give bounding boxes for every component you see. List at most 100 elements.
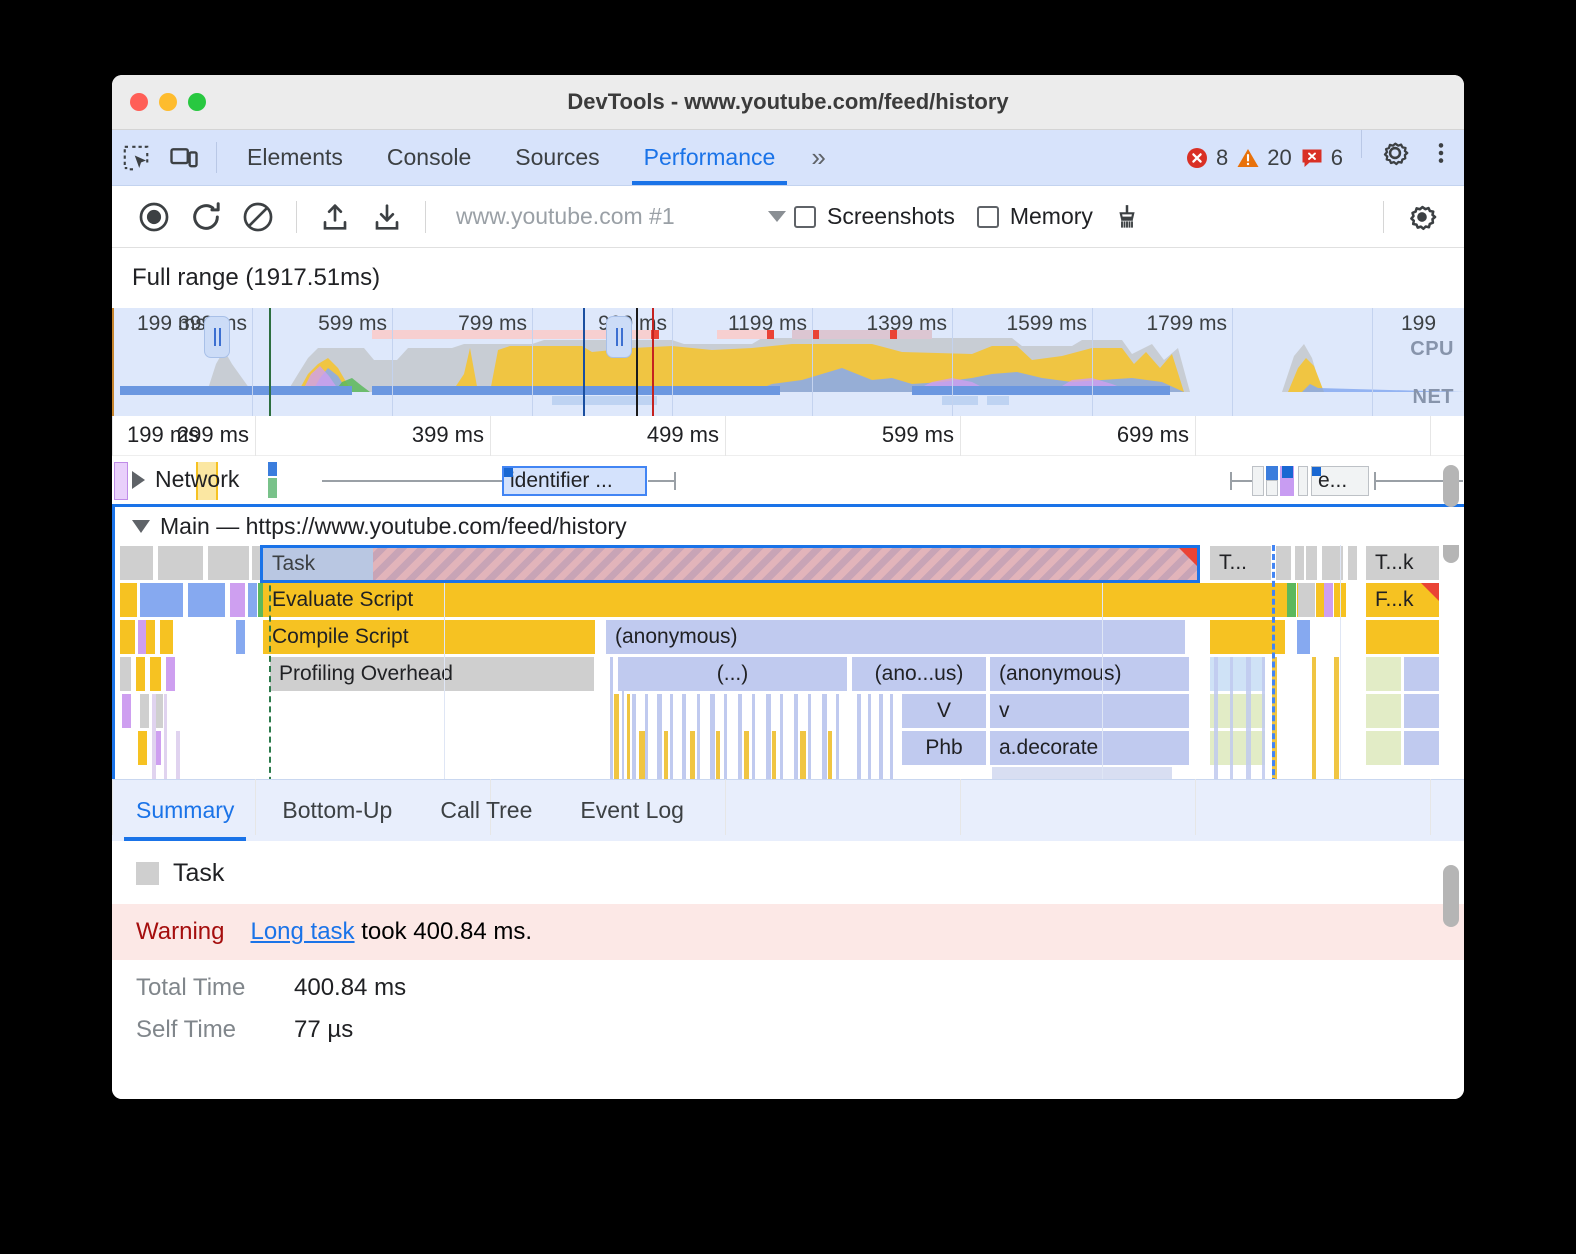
kebab-menu-icon[interactable]	[1418, 130, 1464, 176]
network-request-segment	[1266, 480, 1278, 496]
collect-garbage-icon[interactable]	[1101, 191, 1153, 243]
network-whisker-line	[1230, 480, 1252, 482]
overview-tick-label: 799 ms	[458, 312, 527, 336]
self-time-key: Self Time	[136, 1016, 274, 1044]
full-range-label: Full range (1917.51ms)	[112, 248, 1464, 308]
self-time-value: 77 µs	[294, 1016, 353, 1044]
tab-console[interactable]: Console	[365, 130, 493, 185]
tab-elements[interactable]: Elements	[225, 130, 365, 185]
selected-task-label: Task	[272, 552, 315, 575]
overview-ruler: 199 ms 399 ms 599 ms 799 ms 999 ms 1199 …	[112, 308, 1464, 416]
network-request-secondary[interactable]: e...	[1311, 466, 1369, 496]
tab-call-tree[interactable]: Call Tree	[416, 780, 556, 841]
flame-gridline	[1340, 545, 1341, 779]
controls-divider-2	[425, 201, 426, 233]
device-toolbar-icon[interactable]	[160, 130, 208, 185]
warning-badge[interactable]: 20	[1236, 145, 1291, 171]
total-time-value: 400.84 ms	[294, 974, 406, 1002]
network-whisker-line	[322, 480, 504, 482]
inspect-element-icon[interactable]	[112, 130, 160, 185]
tab-elements-label: Elements	[247, 144, 343, 171]
overview-marker-dark	[636, 308, 638, 416]
details-scrollbar-thumb[interactable]	[1443, 865, 1459, 927]
tab-bottom-up-label: Bottom-Up	[282, 797, 392, 824]
overview-tick-label: 599 ms	[318, 312, 387, 336]
long-task-warning-corner	[1179, 548, 1197, 566]
overview-tick-label: 1599 ms	[1006, 312, 1087, 336]
ruler-tick-label: 699 ms	[1117, 422, 1189, 448]
clear-icon[interactable]	[232, 191, 284, 243]
devtools-tabstrip: Elements Console Sources Performance » 8	[112, 130, 1464, 186]
more-tabs-icon[interactable]: »	[797, 130, 835, 185]
error-badge[interactable]: 8	[1185, 145, 1228, 171]
network-whisker-cap	[674, 472, 676, 490]
gear-icon[interactable]	[1372, 130, 1418, 176]
reload-record-icon[interactable]	[180, 191, 232, 243]
tab-event-log[interactable]: Event Log	[556, 780, 708, 841]
main-track-title: Main — https://www.youtube.com/feed/hist…	[160, 513, 627, 540]
timeline-scrollbar-thumb-1[interactable]	[1443, 465, 1459, 507]
issue-badge[interactable]: 6	[1300, 145, 1343, 171]
window-traffic-lights	[112, 93, 206, 111]
overview-window-handle-right[interactable]	[606, 316, 632, 358]
screenshots-checkbox-box	[794, 206, 816, 228]
network-whisker-line	[648, 480, 674, 482]
details-self-time-row: Self Time 77 µs	[112, 1002, 1464, 1044]
minimize-window-button[interactable]	[159, 93, 177, 111]
flame-chart[interactable]: T... T...k Task	[112, 545, 1464, 779]
record-icon[interactable]	[128, 191, 180, 243]
error-circle-icon	[1185, 146, 1209, 170]
network-left-marker	[114, 462, 128, 500]
screenshots-checkbox[interactable]: Screenshots	[794, 203, 955, 230]
event-color-swatch	[136, 862, 159, 885]
selected-task-bar[interactable]: Task	[260, 545, 1200, 583]
network-track[interactable]: Network identifier ... e...	[112, 456, 1464, 504]
recording-selector[interactable]: www.youtube.com #1	[456, 203, 786, 230]
long-task-link[interactable]: Long task	[250, 918, 354, 945]
main-thread-track[interactable]: Main — https://www.youtube.com/feed/hist…	[112, 504, 1464, 779]
overview-window-handle-left[interactable]	[204, 316, 230, 358]
overview-tick-label: 199	[1401, 312, 1436, 336]
tab-console-label: Console	[387, 144, 471, 171]
details-event-name: Task	[173, 859, 224, 888]
devtools-window: DevTools - www.youtube.com/feed/history …	[112, 75, 1464, 1099]
maximize-window-button[interactable]	[188, 93, 206, 111]
network-whisker-cap	[1230, 472, 1232, 490]
chevron-down-icon	[132, 520, 150, 533]
overview-marker-orange	[112, 308, 114, 416]
tab-sources-label: Sources	[515, 144, 599, 171]
network-track-title: Network	[155, 466, 239, 493]
panel-tabs: Elements Console Sources Performance	[225, 130, 797, 185]
network-request-tick-3	[268, 478, 277, 498]
memory-checkbox[interactable]: Memory	[977, 203, 1093, 230]
tab-bottom-up[interactable]: Bottom-Up	[258, 780, 416, 841]
close-window-button[interactable]	[130, 93, 148, 111]
memory-label: Memory	[1010, 203, 1093, 230]
memory-checkbox-box	[977, 206, 999, 228]
tab-event-log-label: Event Log	[580, 797, 684, 824]
network-request-segment	[1266, 466, 1278, 480]
ruler-tick-label: 499 ms	[647, 422, 719, 448]
network-request-identifier[interactable]: identifier ...	[502, 466, 647, 496]
flame-blue-marker	[1272, 545, 1275, 779]
issue-count: 6	[1331, 145, 1343, 171]
warning-label: Warning	[136, 918, 224, 946]
network-track-header[interactable]: Network	[132, 466, 239, 493]
issue-bubble-icon	[1300, 146, 1324, 170]
screenshots-label: Screenshots	[827, 203, 955, 230]
tab-performance[interactable]: Performance	[622, 130, 798, 185]
controls-divider-3	[1383, 201, 1384, 233]
main-track-header[interactable]: Main — https://www.youtube.com/feed/hist…	[112, 507, 1464, 545]
upload-profile-icon[interactable]	[309, 191, 361, 243]
tab-summary[interactable]: Summary	[112, 780, 258, 841]
network-request-tick-2	[268, 462, 277, 476]
capture-settings-gear-icon[interactable]	[1396, 191, 1448, 243]
ruler-tick-label: 299 ms	[177, 422, 249, 448]
overview-tick-label: 1399 ms	[866, 312, 947, 336]
download-profile-icon[interactable]	[361, 191, 413, 243]
ruler-tick-label: 399 ms	[412, 422, 484, 448]
tab-sources[interactable]: Sources	[493, 130, 621, 185]
chevron-right-icon	[132, 471, 145, 489]
chevron-down-icon	[768, 211, 786, 222]
timeline-overview[interactable]: 199 ms 399 ms 599 ms 799 ms 999 ms 1199 …	[112, 308, 1464, 416]
